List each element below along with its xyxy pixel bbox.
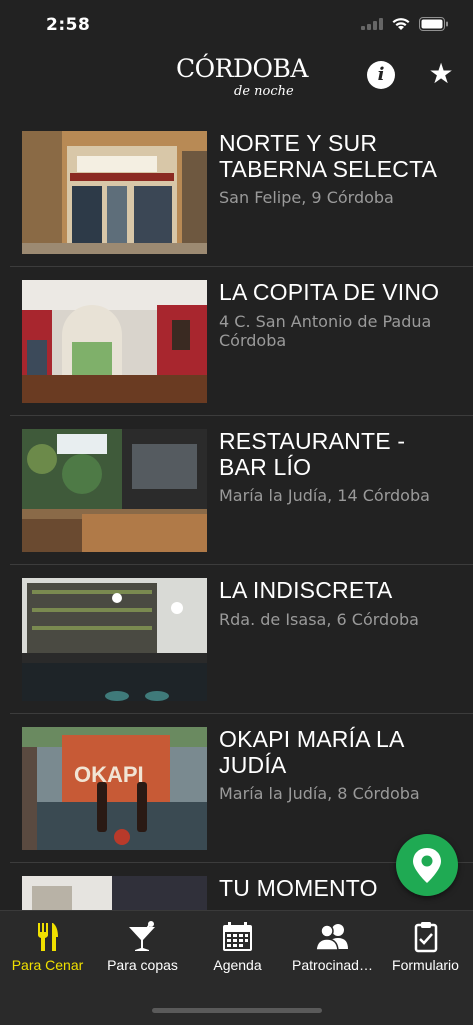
tab-label: Agenda xyxy=(213,957,262,973)
cocktail-icon xyxy=(129,921,155,951)
list-item[interactable]: LA COPITA DE VINO 4 C. San Antonio de Pa… xyxy=(10,267,473,416)
tab-label: Formulario xyxy=(392,957,459,973)
restaurant-photo xyxy=(22,429,207,552)
info-button[interactable]: i xyxy=(367,61,395,89)
restaurant-address: 4 C. San Antonio de Padua Córdoba xyxy=(219,312,432,350)
users-icon xyxy=(315,924,348,951)
tab-patrocinadores[interactable]: Patrocinad… xyxy=(285,911,380,981)
restaurant-photo xyxy=(22,578,207,701)
info-icon: i xyxy=(377,64,385,85)
tab-agenda[interactable]: Agenda xyxy=(190,911,285,981)
restaurant-address: María la Judía, 14 Córdoba xyxy=(219,486,430,505)
restaurant-photo: OKAPI xyxy=(22,727,207,850)
clipboard-icon xyxy=(414,922,438,953)
battery-icon xyxy=(419,16,448,31)
wifi-icon xyxy=(392,18,410,30)
restaurant-address: Rda. de Isasa, 6 Córdoba xyxy=(219,610,419,629)
status-bar: 2:58 xyxy=(0,0,473,50)
favorites-star-button[interactable]: ★ xyxy=(426,59,456,89)
tab-para-cenar[interactable]: Para Cenar xyxy=(0,911,95,981)
app-header: CÓRDOBA de noche i ★ xyxy=(0,50,473,110)
logo-sub-text: de noche xyxy=(234,84,294,99)
list-item[interactable]: LA INDISCRETA Rda. de Isasa, 6 Córdoba xyxy=(10,565,473,714)
restaurant-name: RESTAURANTE - BAR LÍO xyxy=(219,428,406,480)
list-item[interactable]: NORTE Y SUR TABERNA SELECTA San Felipe, … xyxy=(10,118,473,267)
restaurant-list[interactable]: NORTE Y SUR TABERNA SELECTA San Felipe, … xyxy=(0,118,473,910)
tab-para-copas[interactable]: Para copas xyxy=(95,911,190,981)
status-icons xyxy=(361,16,449,31)
calendar-icon xyxy=(223,922,252,951)
restaurant-photo xyxy=(22,131,207,254)
list-item[interactable]: RESTAURANTE - BAR LÍO María la Judía, 14… xyxy=(10,416,473,565)
tab-formulario[interactable]: Formulario xyxy=(378,911,473,981)
restaurant-photo xyxy=(22,876,207,910)
status-time: 2:58 xyxy=(46,15,91,35)
tab-label: Para copas xyxy=(107,957,178,973)
restaurant-name: LA INDISCRETA xyxy=(219,577,393,603)
logo-main-text: CÓRDOBA xyxy=(176,54,308,83)
svg-text:OKAPI: OKAPI xyxy=(74,762,144,787)
home-indicator xyxy=(152,1008,322,1013)
fork-knife-icon xyxy=(38,923,58,951)
restaurant-address: María la Judía, 8 Córdoba xyxy=(219,784,420,803)
tab-label: Para Cenar xyxy=(11,957,84,973)
star-icon: ★ xyxy=(428,57,454,90)
signal-icon xyxy=(361,17,383,30)
tab-label: Patrocinad… xyxy=(292,957,373,973)
restaurant-name: NORTE Y SUR TABERNA SELECTA xyxy=(219,130,438,182)
cordoba-de-noche-logo: CÓRDOBA de noche xyxy=(176,52,308,102)
restaurant-name: LA COPITA DE VINO xyxy=(219,279,440,305)
map-pin-icon xyxy=(413,848,441,883)
restaurant-address: San Felipe, 9 Córdoba xyxy=(219,188,394,207)
map-button[interactable] xyxy=(396,834,458,896)
restaurant-photo xyxy=(22,280,207,403)
restaurant-name: OKAPI MARÍA LA JUDÍA xyxy=(219,726,404,778)
